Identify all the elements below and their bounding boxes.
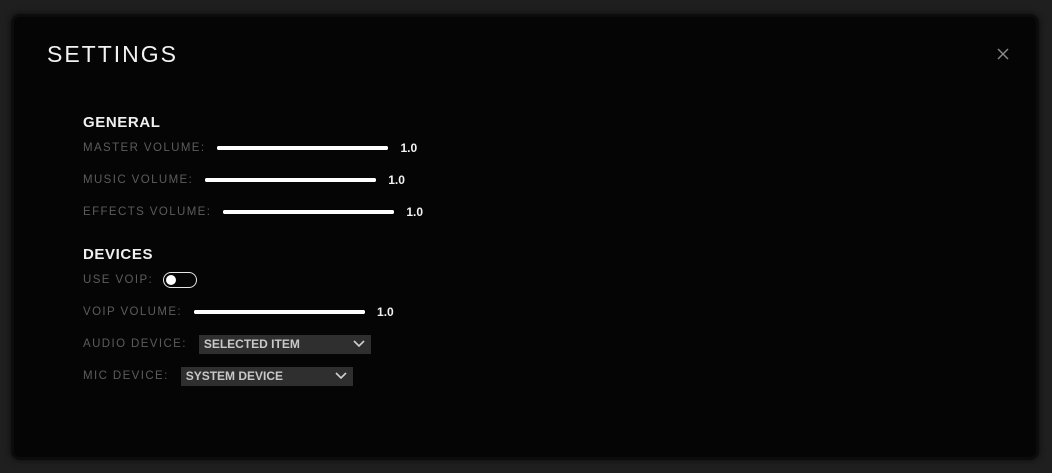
section-devices: DEVICES	[83, 246, 154, 263]
chevron-down-icon	[353, 339, 365, 347]
close-icon	[997, 48, 1009, 60]
mic-device-dropdown[interactable]: SYSTEM DEVICE	[180, 366, 353, 386]
audio-device-selected: SELECTED ITEM	[203, 337, 300, 351]
audio-device-label: AUDIO DEVICE:	[83, 338, 187, 350]
settings-panel	[14, 17, 1036, 457]
mic-device-label: MIC DEVICE:	[83, 370, 169, 382]
master-volume-label: MASTER VOLUME:	[83, 142, 206, 154]
voip-volume-value: 1.0	[377, 305, 394, 319]
effects-volume-slider[interactable]	[223, 210, 395, 214]
master-volume-fill	[217, 146, 389, 150]
use-voip-toggle[interactable]	[163, 272, 198, 288]
close-button[interactable]	[993, 44, 1013, 64]
chevron-down-icon	[335, 371, 347, 379]
master-volume-value: 1.0	[400, 141, 418, 155]
music-volume-slider[interactable]	[205, 178, 377, 182]
use-voip-label: USE VOIP:	[83, 274, 154, 286]
toggle-knob	[166, 275, 177, 285]
mic-device-selected: SYSTEM DEVICE	[185, 369, 284, 383]
effects-volume-row: EFFECTS VOLUME: 1.0	[83, 202, 423, 222]
voip-volume-label: VOIP VOLUME:	[83, 306, 183, 318]
page-title: SETTINGS	[47, 41, 179, 67]
voip-volume-slider[interactable]	[194, 310, 366, 314]
mic-device-row: MIC DEVICE: SYSTEM DEVICE	[83, 366, 353, 386]
effects-volume-fill	[223, 210, 395, 214]
audio-device-row: AUDIO DEVICE: SELECTED ITEM	[83, 334, 371, 354]
music-volume-label: MUSIC VOLUME:	[83, 174, 194, 186]
music-volume-row: MUSIC VOLUME: 1.0	[83, 170, 405, 190]
effects-volume-value: 1.0	[406, 205, 424, 219]
section-general: GENERAL	[83, 114, 161, 131]
music-volume-value: 1.0	[388, 173, 405, 187]
voip-volume-row: VOIP VOLUME: 1.0	[83, 302, 394, 322]
use-voip-row: USE VOIP:	[83, 270, 198, 290]
master-volume-row: MASTER VOLUME: 1.0	[83, 138, 417, 158]
voip-volume-fill	[194, 310, 366, 314]
audio-device-dropdown[interactable]: SELECTED ITEM	[198, 334, 371, 354]
effects-volume-label: EFFECTS VOLUME:	[83, 206, 212, 218]
master-volume-slider[interactable]	[217, 146, 389, 150]
music-volume-fill	[205, 178, 377, 182]
